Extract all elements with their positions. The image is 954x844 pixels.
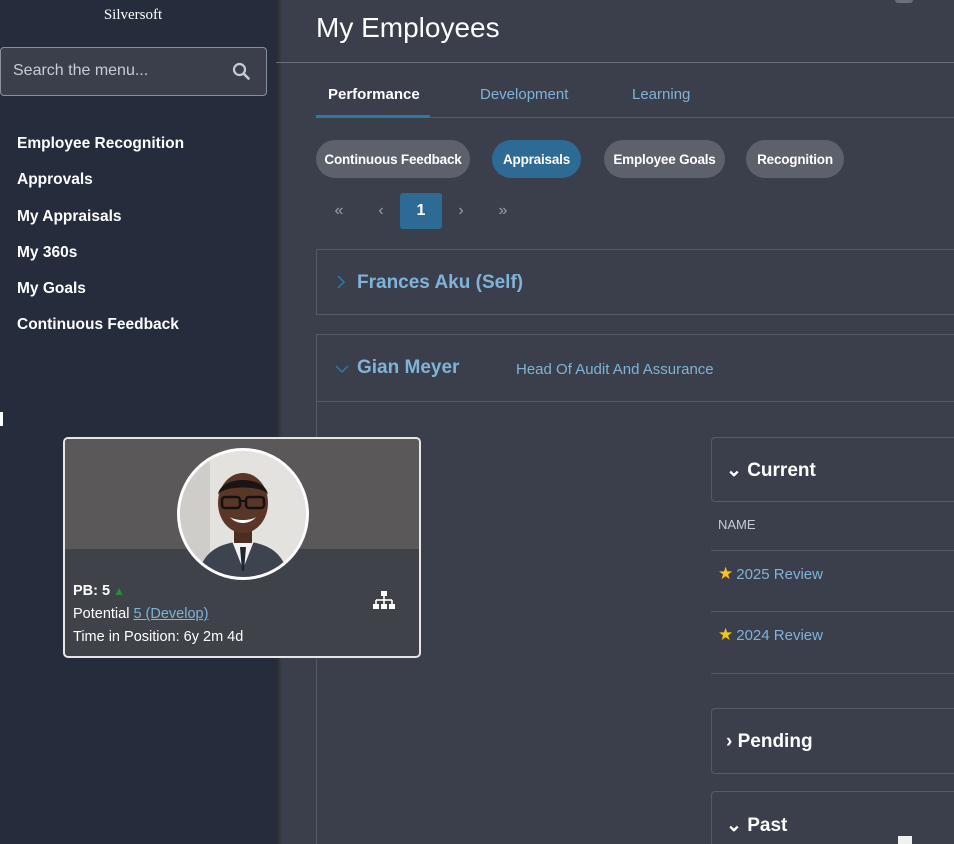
next-page-button[interactable]: ›: [440, 193, 482, 229]
sidebar-item-my-360s[interactable]: My 360s: [17, 243, 184, 279]
potential-link[interactable]: 5 (Develop): [133, 606, 208, 622]
past-reviews-header[interactable]: ⌄ Past: [711, 791, 954, 844]
chevron-right-icon: [337, 275, 346, 289]
row-divider: [711, 673, 954, 674]
filter-continuous-feedback[interactable]: Continuous Feedback: [316, 140, 470, 178]
sidebar-item-employee-recognition[interactable]: Employee Recognition: [17, 134, 184, 170]
filter-recognition[interactable]: Recognition: [746, 140, 844, 178]
org-chart-icon[interactable]: [373, 591, 395, 611]
potential-row: Potential 5 (Develop): [73, 606, 208, 622]
past-section-title[interactable]: ⌄ Past: [726, 814, 787, 837]
first-page-button[interactable]: «: [318, 193, 360, 229]
pb-label: PB: 5: [73, 583, 111, 599]
panel-header[interactable]: Frances Aku (Self): [317, 250, 954, 316]
tree-icon: ▲: [113, 584, 125, 598]
employee-role: Head Of Audit And Assurance: [516, 361, 714, 378]
search-input[interactable]: [13, 62, 223, 80]
filter-employee-goals[interactable]: Employee Goals: [604, 140, 725, 178]
review-link-2024[interactable]: ★ 2024 Review: [718, 625, 823, 645]
active-tab-indicator: [316, 115, 430, 118]
title-divider: [276, 62, 954, 63]
current-reviews-header[interactable]: ⌄ Current: [711, 437, 954, 502]
tab-development[interactable]: Development: [480, 86, 568, 103]
top-tab-marker: [895, 0, 913, 3]
time-in-position: Time in Position: 6y 2m 4d: [73, 629, 244, 645]
tab-performance[interactable]: Performance: [328, 86, 420, 103]
prev-page-button[interactable]: ‹: [360, 193, 402, 229]
search-icon[interactable]: [232, 62, 250, 80]
sidebar-item-continuous-feedback[interactable]: Continuous Feedback: [17, 315, 184, 351]
avatar: [177, 448, 309, 580]
star-icon: ★: [718, 564, 734, 583]
sidebar-item-approvals[interactable]: Approvals: [17, 170, 184, 206]
brand-logo: Silversoft: [103, 7, 163, 23]
sidebar-menu: Employee Recognition Approvals My Apprai…: [17, 134, 184, 352]
menu-search-box[interactable]: [0, 47, 267, 96]
panel-divider: [317, 401, 954, 402]
sidebar-item-my-appraisals[interactable]: My Appraisals: [17, 207, 184, 243]
pb-score: PB: 5 ▲: [73, 583, 125, 599]
filter-appraisals[interactable]: Appraisals: [492, 140, 581, 178]
last-page-button[interactable]: »: [482, 193, 524, 229]
scroll-marker: [898, 836, 912, 844]
avatar-photo: [180, 451, 306, 577]
current-section-title[interactable]: ⌄ Current: [726, 459, 816, 482]
potential-label: Potential: [73, 606, 130, 622]
row-divider: [711, 611, 954, 612]
sidebar-item-my-goals[interactable]: My Goals: [17, 279, 184, 315]
panel-header[interactable]: Gian Meyer Head Of Audit And Assurance: [317, 335, 954, 401]
current-page-button[interactable]: 1: [400, 193, 442, 229]
employee-name[interactable]: Frances Aku (Self): [357, 272, 523, 294]
review-link-2025[interactable]: ★ 2025 Review: [718, 564, 823, 584]
column-header-name: NAME: [718, 517, 756, 532]
sidebar: Silversoft Employee Recognition Approval…: [0, 0, 276, 844]
chevron-down-icon: [335, 365, 349, 374]
pending-reviews-header[interactable]: › Pending: [711, 708, 954, 774]
tab-learning[interactable]: Learning: [632, 86, 690, 103]
employee-panel-frances: Frances Aku (Self): [316, 249, 954, 315]
star-icon: ★: [718, 625, 734, 644]
row-divider: [711, 550, 954, 551]
pending-section-title[interactable]: › Pending: [726, 731, 813, 753]
employee-name[interactable]: Gian Meyer: [357, 357, 459, 379]
resize-handle[interactable]: [0, 412, 3, 426]
tab-bar: Performance Development Learning: [316, 84, 954, 118]
page-title: My Employees: [316, 12, 500, 43]
employee-card: PB: 5 ▲ Potential 5 (Develop) Time in Pos…: [63, 437, 421, 658]
